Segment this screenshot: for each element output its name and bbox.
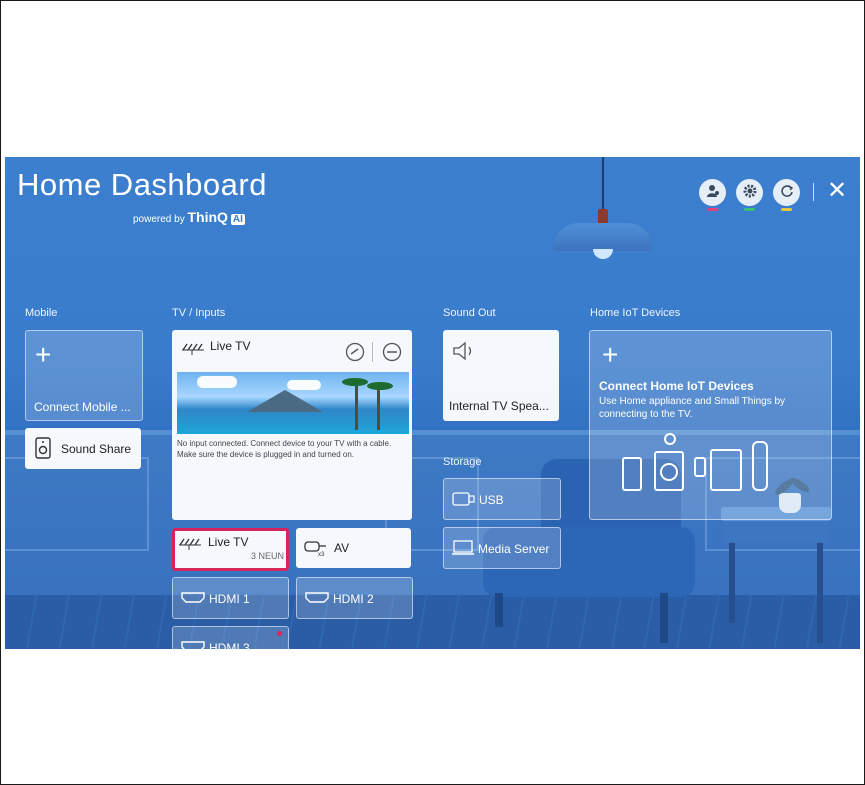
settings-button[interactable] [736, 179, 763, 211]
powered-by-label: powered by ThinQ AI [133, 209, 245, 225]
sound-out-section-label: Sound Out [443, 307, 496, 319]
live-tv-title: Live TV [210, 339, 251, 353]
sensor-icon [664, 433, 676, 445]
input-hdmi-3[interactable]: HDMI 3 [172, 626, 289, 649]
small-thing-icon [694, 457, 706, 477]
user-star-icon [706, 184, 720, 201]
phone-device-icon [622, 457, 642, 491]
connect-iot-card[interactable]: + Connect Home IoT Devices Use Home appl… [589, 330, 832, 520]
washer-drum-icon [660, 463, 678, 481]
hdmi-port-icon [305, 591, 329, 609]
input-label: AV [334, 541, 350, 555]
input-hdmi-2[interactable]: HDMI 2 [296, 577, 413, 619]
storage-label: USB [479, 493, 504, 507]
mobile-section-label: Mobile [25, 307, 58, 319]
storage-usb[interactable]: USB [443, 478, 561, 520]
iot-description: Use Home appliance and Small Things by c… [599, 396, 786, 420]
close-button[interactable]: ✕ [827, 176, 847, 205]
lamp-cord [602, 157, 604, 209]
sound-share-card[interactable]: Sound Share [25, 428, 141, 469]
page-title: Home Dashboard [17, 167, 267, 202]
notification-dot [277, 631, 282, 636]
antenna-icon [179, 536, 203, 555]
input-label: HDMI 2 [333, 592, 374, 606]
table-leg [729, 543, 735, 623]
header-divider [813, 183, 814, 201]
no-input-message: No input connected. Connect device to yo… [177, 439, 392, 459]
chair-leg [660, 593, 668, 643]
sound-out-card[interactable]: Internal TV Spea... [443, 330, 559, 421]
iot-section-label: Home IoT Devices [590, 307, 681, 319]
media-server-icon [452, 540, 474, 561]
side-table-drawer [725, 521, 827, 543]
account-button[interactable] [699, 179, 726, 211]
tv-inputs-section-label: TV / Inputs [172, 307, 226, 319]
tv-screen: Home Dashboard powered by ThinQ AI ✕ Mobi… [5, 157, 860, 649]
channel-label: 3 NEUN [251, 551, 285, 561]
live-tv-preview-image [177, 372, 409, 434]
chair-leg [495, 593, 503, 627]
card-divider [372, 342, 373, 362]
live-tv-preview-card[interactable]: Live TV No input connected. Connect devi… [172, 330, 412, 520]
table-leg [817, 543, 823, 643]
input-live-tv[interactable]: Live TV 3 NEUN [172, 528, 289, 571]
sound-device-label: Internal TV Spea... [449, 399, 549, 413]
remote-icon [752, 441, 768, 491]
storage-media-server[interactable]: Media Server [443, 527, 561, 569]
connect-mobile-label: Connect Mobile ... [34, 400, 131, 414]
antenna-icon [182, 341, 206, 360]
input-label: HDMI 3 [209, 641, 250, 649]
storage-label: Media Server [478, 542, 550, 556]
input-av[interactable]: x3 AV [296, 528, 411, 568]
minus-circle-icon[interactable] [382, 342, 402, 367]
oven-icon [710, 449, 742, 491]
ai-badge: AI [230, 214, 245, 225]
plus-icon: + [602, 339, 619, 370]
input-hdmi-1[interactable]: HDMI 1 [172, 577, 289, 619]
lamp-shade [553, 223, 653, 251]
storage-section-label: Storage [443, 456, 482, 468]
plus-icon: + [35, 339, 52, 370]
speaker-icon [452, 341, 478, 366]
hdmi-port-icon [181, 640, 205, 649]
rotate-icon[interactable] [345, 342, 365, 367]
speaker-device-icon [35, 437, 51, 464]
refresh-button[interactable] [773, 179, 800, 211]
hdmi-port-icon [181, 591, 205, 609]
iot-connect-title: Connect Home IoT Devices [599, 379, 754, 393]
powered-by-text: powered by [133, 214, 185, 225]
iot-appliance-illustration [622, 431, 832, 503]
svg-text:x3: x3 [318, 552, 325, 557]
refresh-icon [780, 184, 794, 201]
close-icon: ✕ [827, 177, 848, 204]
connect-mobile-card[interactable]: + Connect Mobile ... [25, 330, 143, 421]
sound-share-label: Sound Share [61, 442, 132, 456]
gear-icon [743, 184, 757, 201]
usb-drive-icon [452, 492, 476, 511]
lamp-bulb [593, 249, 613, 259]
input-label: Live TV [208, 535, 249, 549]
av-cable-icon: x3 [304, 539, 328, 562]
thinq-logo: ThinQ [187, 209, 228, 225]
wainscot-panel [5, 457, 149, 551]
input-label: HDMI 1 [209, 592, 250, 606]
